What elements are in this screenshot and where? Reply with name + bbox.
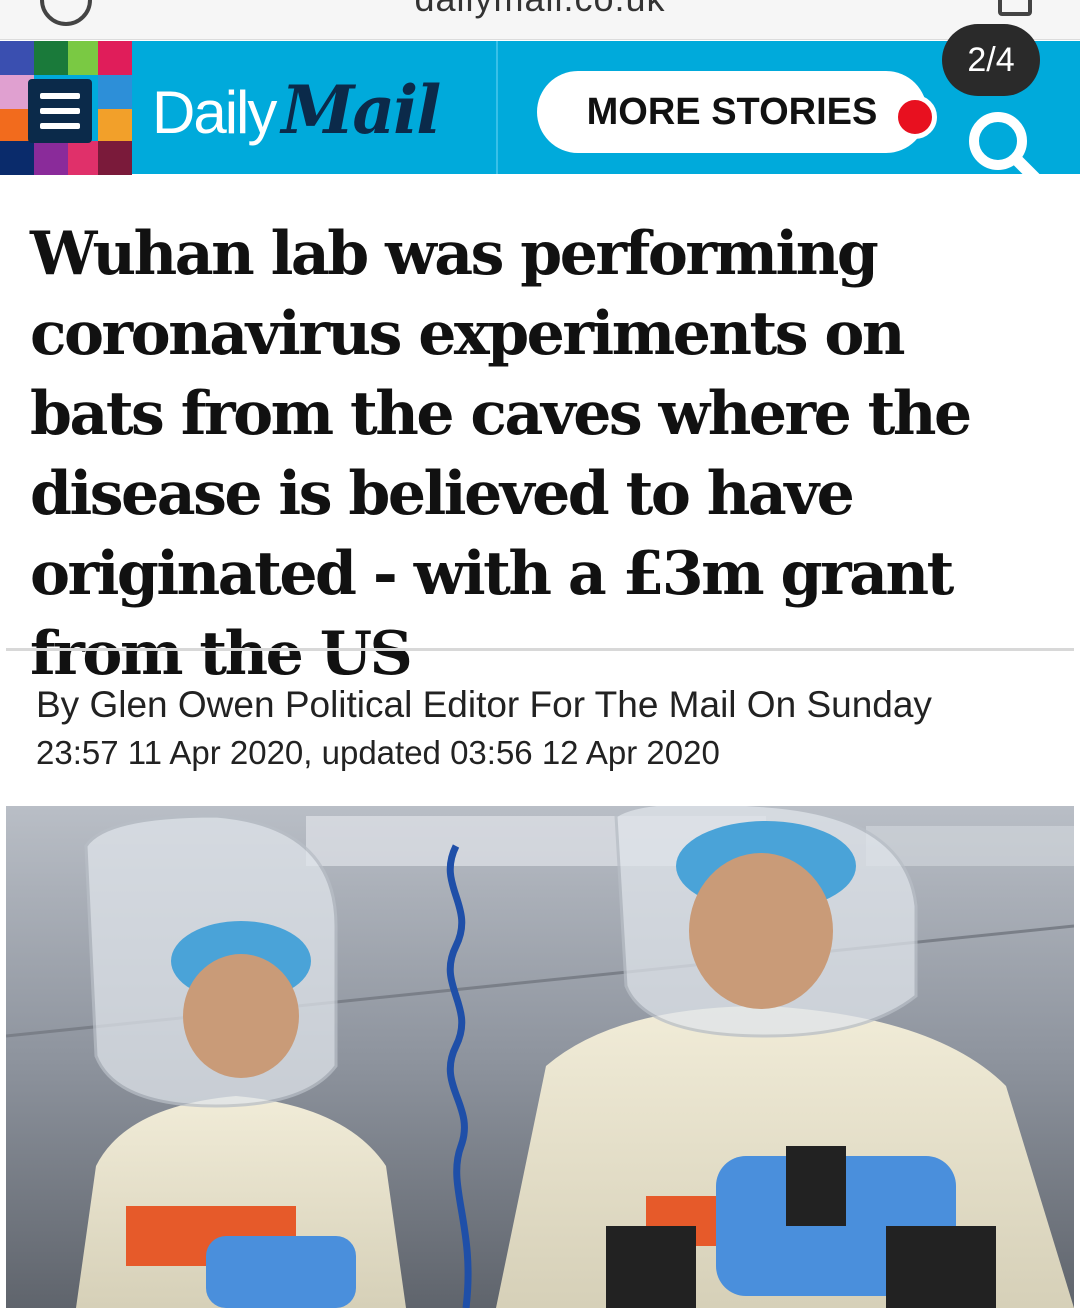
headline-divider xyxy=(6,648,1074,651)
daily-mail-logo[interactable]: DailyMail xyxy=(152,71,441,151)
search-icon[interactable] xyxy=(962,105,1052,195)
notification-dot xyxy=(893,95,937,139)
masthead-divider xyxy=(496,41,498,174)
browser-url-bar: dailymail.co.uk xyxy=(0,0,1080,40)
url-text[interactable]: dailymail.co.uk xyxy=(0,0,1080,20)
tabs-icon[interactable] xyxy=(998,0,1032,16)
page-counter-badge: 2/4 xyxy=(942,24,1040,96)
article-photo xyxy=(6,806,1074,1308)
menu-button[interactable] xyxy=(28,79,92,143)
logo-mail: Mail xyxy=(281,71,441,149)
article-byline[interactable]: By Glen Owen Political Editor For The Ma… xyxy=(36,684,932,726)
more-stories-label: MORE STORIES xyxy=(586,91,878,133)
more-stories-button[interactable]: MORE STORIES xyxy=(537,71,927,153)
masthead: DailyMail MORE STORIES xyxy=(0,41,1080,189)
article-dateline: 23:57 11 Apr 2020, updated 03:56 12 Apr … xyxy=(36,734,720,771)
logo-daily: Daily xyxy=(152,79,277,146)
article-headline: Wuhan lab was performing coronavirus exp… xyxy=(30,219,972,689)
